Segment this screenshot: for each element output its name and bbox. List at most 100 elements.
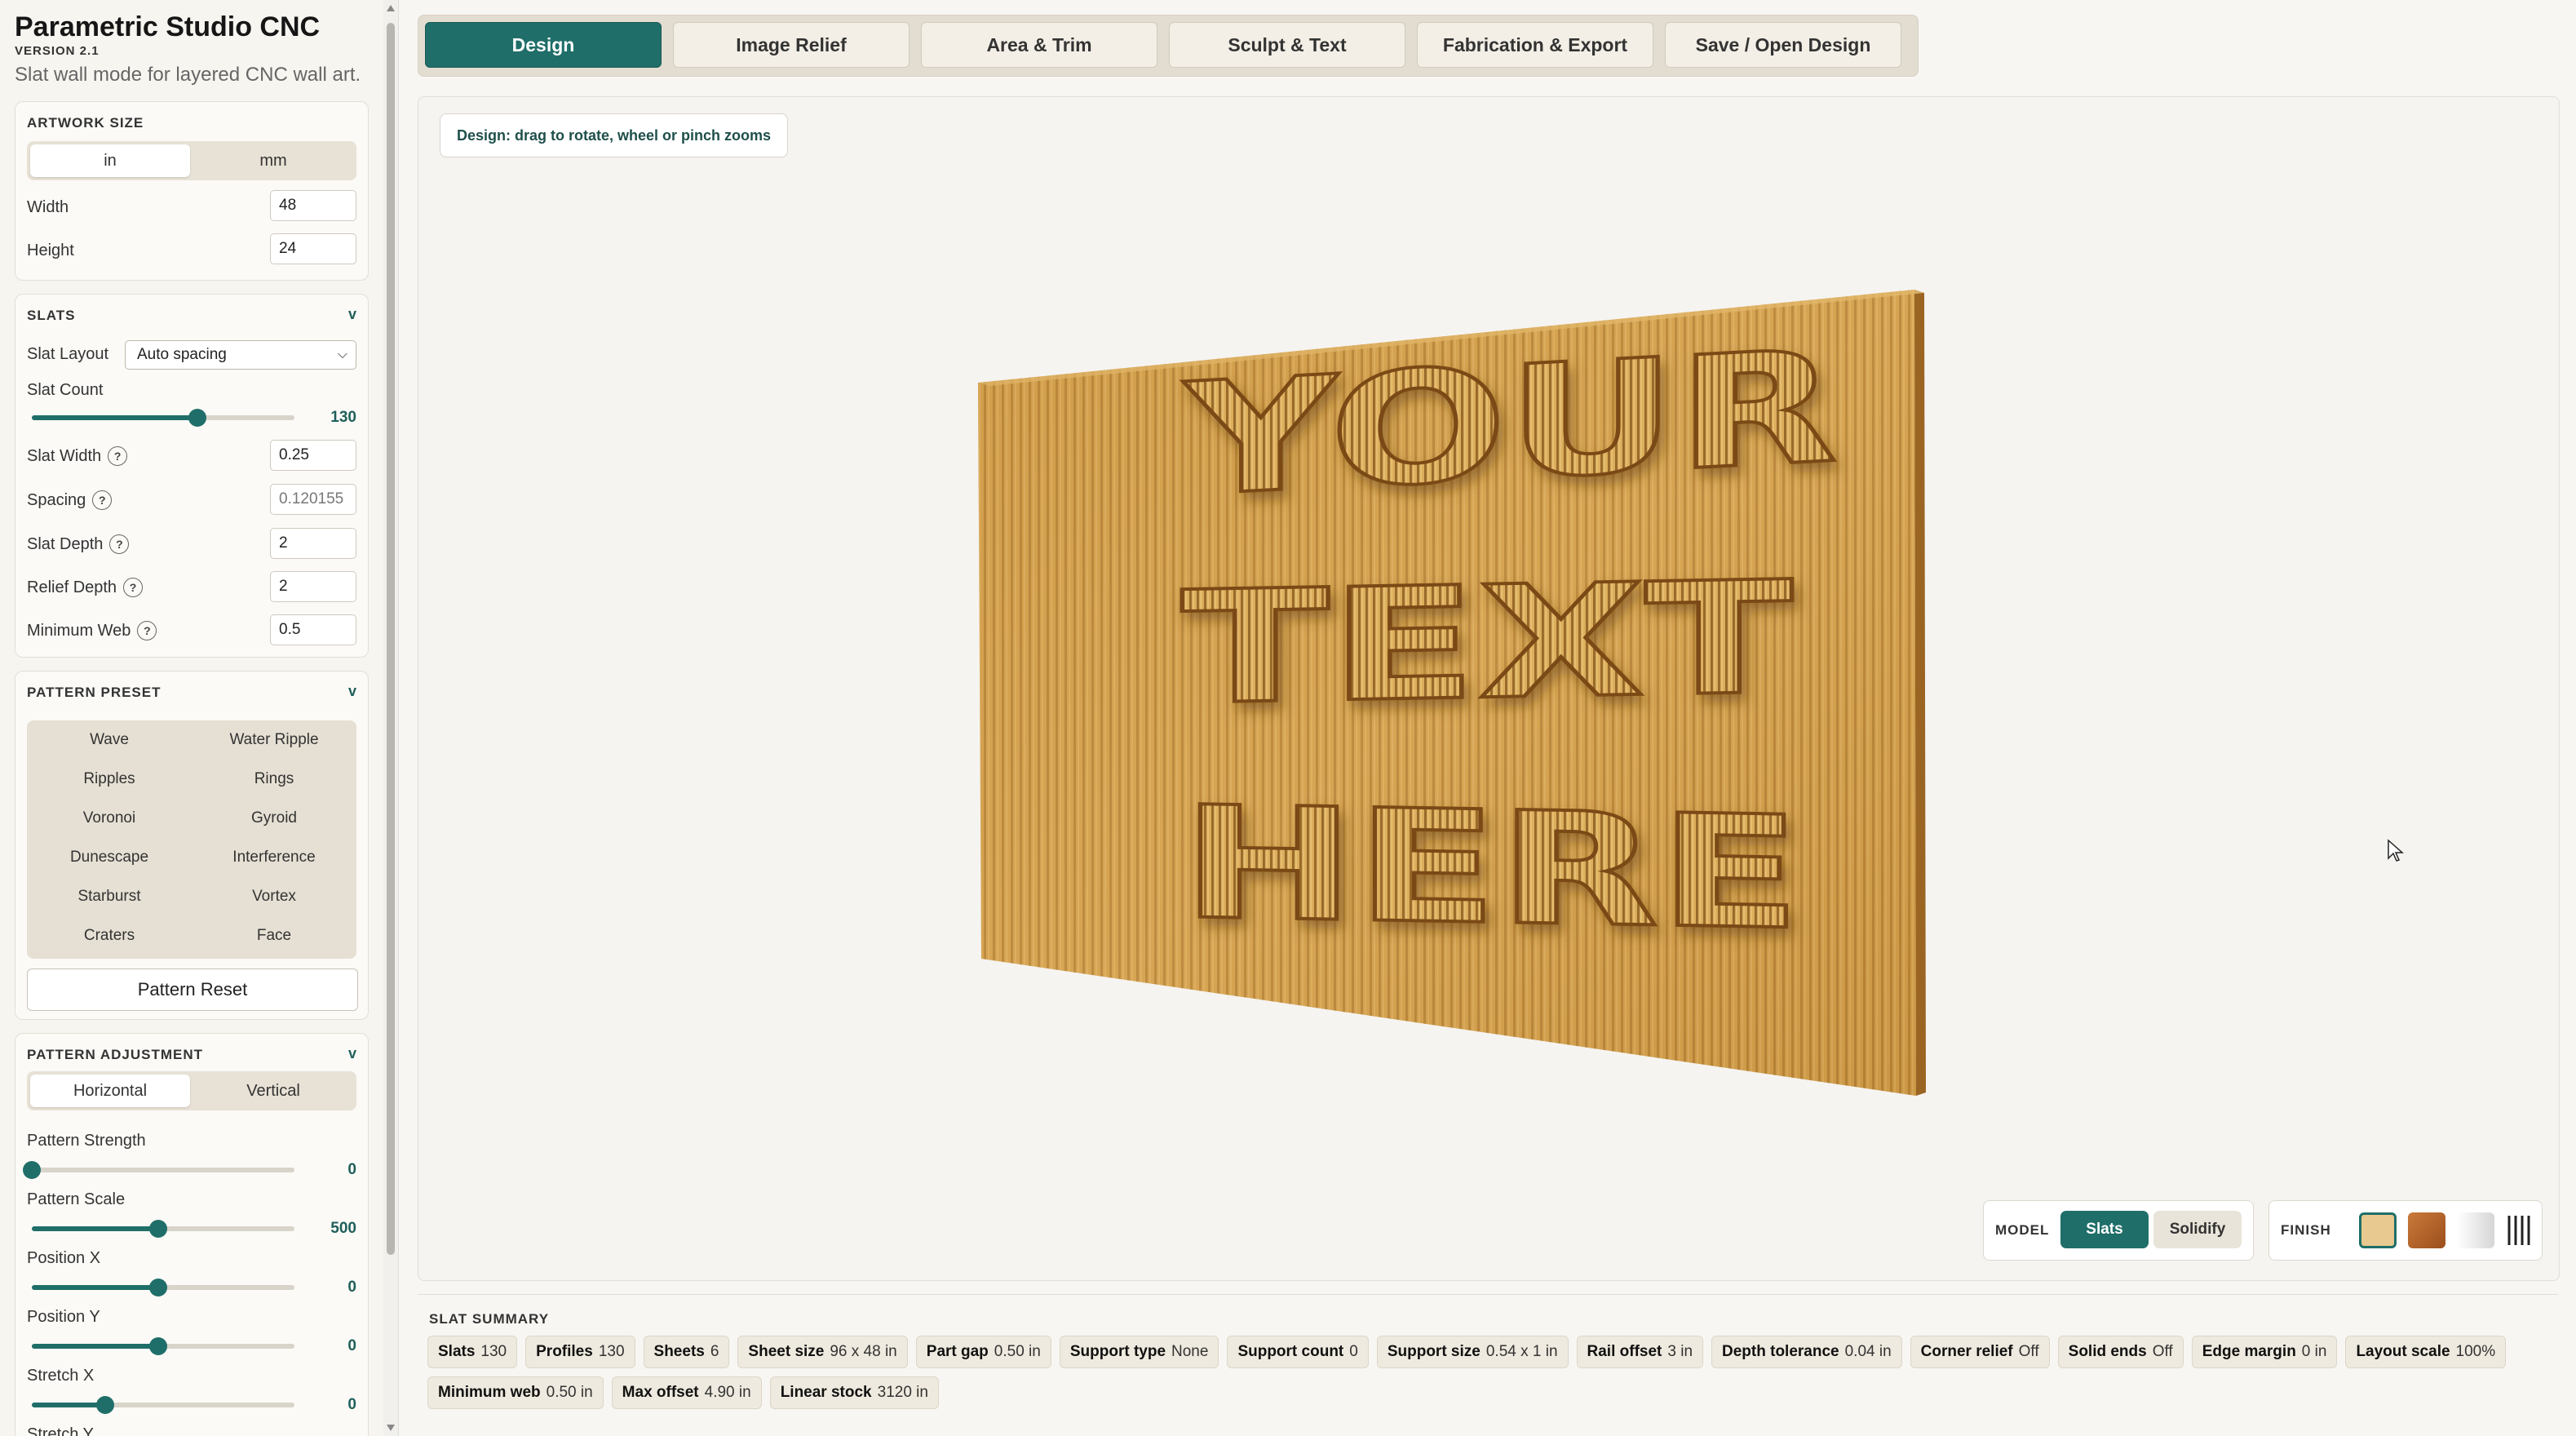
3d-viewport[interactable]: YOUR TEXT HERE Design: drag to rotate, w… (418, 96, 2560, 1281)
slat-depth-input[interactable]: 2 (270, 528, 356, 559)
help-icon[interactable]: ? (137, 621, 157, 640)
pattern-scale-value: 500 (330, 1220, 356, 1237)
summary-chip: Layout scale 100% (2345, 1336, 2507, 1368)
width-input[interactable]: 48 (270, 190, 356, 221)
slat-layout-label: Slat Layout (27, 345, 109, 363)
lines-icon[interactable] (2504, 1212, 2537, 1248)
position-y-label: Position Y (27, 1308, 100, 1326)
scroll-up-icon[interactable] (387, 5, 395, 11)
preset-interference[interactable]: Interference (192, 838, 356, 877)
viewport-hint: Design: drag to rotate, wheel or pinch z… (440, 113, 789, 157)
slats-collapse-icon[interactable]: v (348, 306, 356, 323)
position-x-label: Position X (27, 1249, 101, 1267)
spacing-input[interactable]: 0.120155 (270, 484, 356, 515)
summary-chip-value: 0 in (2301, 1343, 2327, 1360)
sidebar-scrollbar[interactable] (383, 0, 399, 1436)
scroll-down-icon[interactable] (387, 1425, 395, 1431)
summary-chip-value: 96 x 48 in (830, 1343, 897, 1360)
artwork-size-title: ARTWORK SIZE (27, 115, 144, 131)
pattern-scale-fill (32, 1226, 158, 1231)
minimum-web-input[interactable]: 0.5 (270, 614, 356, 645)
chevron-down-icon: ⌵ (337, 348, 347, 361)
position-y-thumb[interactable] (148, 1337, 167, 1355)
tab-area-trim[interactable]: Area & Trim (921, 22, 1157, 68)
position-x-slider[interactable] (32, 1279, 294, 1296)
preset-starburst[interactable]: Starburst (27, 877, 192, 916)
minimum-web-label: Minimum Web? (27, 621, 157, 640)
help-icon[interactable]: ? (109, 534, 130, 554)
summary-chip: Support size 0.54 x 1 in (1376, 1336, 1569, 1368)
summary-chip-value: None (1171, 1343, 1209, 1360)
unit-in-button[interactable]: in (30, 144, 190, 177)
pattern-strength-thumb[interactable] (23, 1161, 41, 1179)
tab-save-open-design[interactable]: Save / Open Design (1665, 22, 1901, 68)
summary-chip-key: Edge margin (2202, 1343, 2296, 1360)
relief-depth-label: Relief Depth? (27, 578, 144, 597)
position-y-slider[interactable] (32, 1337, 294, 1355)
summary-chip: Depth tolerance 0.04 in (1711, 1336, 1902, 1368)
slat-width-input[interactable]: 0.25 (270, 440, 356, 471)
slat-count-slider[interactable] (32, 409, 294, 427)
preset-rings[interactable]: Rings (192, 760, 356, 799)
pattern-adjustment-collapse-icon[interactable]: v (348, 1045, 356, 1062)
pattern-strength-slider[interactable] (23, 1161, 294, 1179)
sidebar-scroll-area: Parametric Studio CNC VERSION 2.1 Slat w… (0, 0, 374, 1436)
stretch-x-thumb[interactable] (96, 1396, 115, 1414)
stretch-x-value: 0 (347, 1396, 356, 1413)
slat-count-fill (32, 415, 197, 420)
summary-chip: Max offset 4.90 in (611, 1376, 762, 1409)
preset-voronoi[interactable]: Voronoi (27, 799, 192, 838)
preset-craters[interactable]: Craters (27, 916, 192, 955)
summary-chip: Part gap 0.50 in (915, 1336, 1051, 1368)
relief-depth-input[interactable]: 2 (270, 571, 356, 602)
summary-chip-value: 4.90 in (704, 1384, 751, 1401)
summary-chip: Minimum web 0.50 in (427, 1376, 604, 1409)
model-slats-button[interactable]: Slats (2060, 1211, 2149, 1248)
summary-chip: Sheets 6 (643, 1336, 730, 1368)
preset-vortex[interactable]: Vortex (192, 877, 356, 916)
art-text-line-1: YOUR (1183, 317, 1838, 531)
preset-water-ripple[interactable]: Water Ripple (192, 720, 356, 760)
stretch-x-slider[interactable] (32, 1396, 294, 1414)
position-y-value: 0 (347, 1337, 356, 1354)
slat-wall-render[interactable]: YOUR TEXT HERE (418, 97, 2559, 1280)
tab-image-relief[interactable]: Image Relief (673, 22, 910, 68)
summary-chip-key: Solid ends (2068, 1343, 2147, 1360)
width-label: Width (27, 198, 69, 216)
slat-count-thumb[interactable] (188, 409, 206, 427)
pattern-preset-collapse-icon[interactable]: v (348, 683, 356, 700)
position-x-thumb[interactable] (148, 1279, 167, 1296)
summary-chip-key: Slats (438, 1343, 476, 1360)
art-text-line-3: HERE (1181, 773, 1801, 964)
tab-design[interactable]: Design (425, 22, 662, 68)
preset-face[interactable]: Face (192, 916, 356, 955)
preset-ripples[interactable]: Ripples (27, 760, 192, 799)
model-solidify-button[interactable]: Solidify (2153, 1211, 2242, 1248)
pattern-reset-button[interactable]: Pattern Reset (27, 968, 358, 1011)
preset-dunescape[interactable]: Dunescape (27, 838, 192, 877)
pattern-scale-label: Pattern Scale (27, 1190, 126, 1208)
tab-sculpt-text[interactable]: Sculpt & Text (1169, 22, 1405, 68)
tab-fabrication-export[interactable]: Fabrication & Export (1417, 22, 1653, 68)
horizontal-button[interactable]: Horizontal (30, 1075, 190, 1107)
slat-count-value: 130 (330, 409, 356, 426)
preset-gyroid[interactable]: Gyroid (192, 799, 356, 838)
height-input[interactable]: 24 (270, 233, 356, 264)
preset-wave[interactable]: Wave (27, 720, 192, 760)
pattern-preset-panel: PATTERN PRESET v Wave Water Ripple Rippl… (15, 671, 369, 1020)
help-icon[interactable]: ? (123, 578, 144, 597)
scrollbar-thumb[interactable] (387, 23, 395, 1255)
pattern-scale-slider[interactable] (32, 1220, 294, 1238)
pattern-scale-thumb[interactable] (148, 1220, 167, 1238)
slat-layout-select[interactable]: Auto spacing ⌵ (125, 340, 356, 370)
finish-light-wood-swatch[interactable] (2359, 1212, 2397, 1248)
unit-mm-button[interactable]: mm (193, 144, 353, 177)
summary-chip-value: 3120 in (877, 1384, 928, 1401)
help-icon[interactable]: ? (108, 446, 128, 466)
summary-chip-key: Corner relief (1920, 1343, 2013, 1360)
art-text-line-2: TEXT (1181, 548, 1793, 739)
vertical-button[interactable]: Vertical (193, 1075, 353, 1107)
finish-white-swatch[interactable] (2457, 1212, 2494, 1248)
finish-dark-wood-swatch[interactable] (2408, 1212, 2445, 1248)
help-icon[interactable]: ? (92, 490, 113, 510)
